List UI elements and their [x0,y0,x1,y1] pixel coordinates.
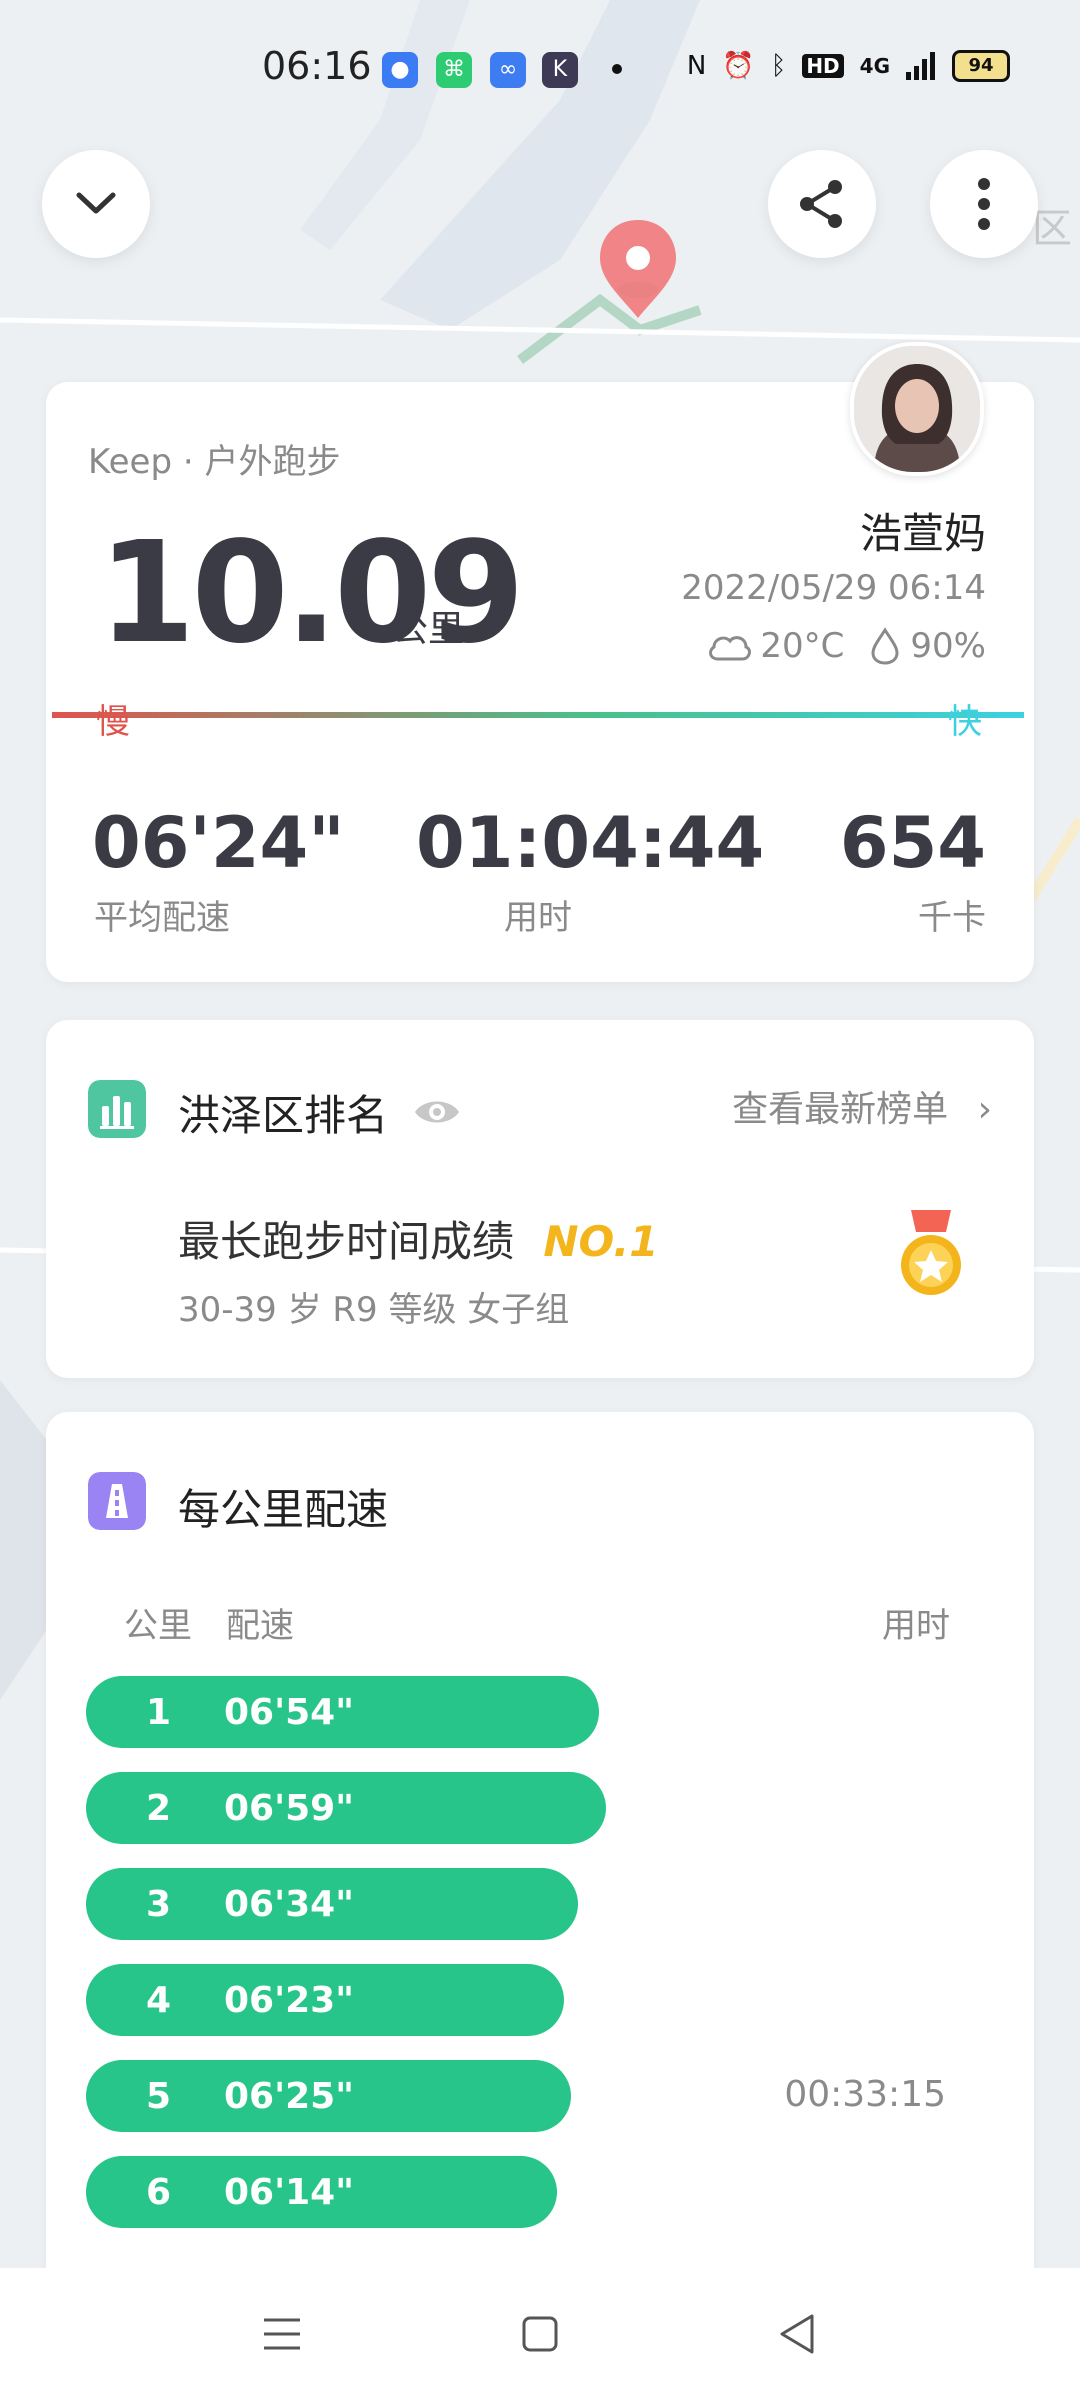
distance-unit: 公里 [392,609,465,650]
collapse-button[interactable] [42,150,150,258]
medal-icon [901,1210,961,1295]
nfc-icon: N [686,51,707,81]
signal-icon [906,52,935,80]
activity-datetime: 2022/05/29 06:14 [681,568,986,608]
user-avatar-image [854,346,980,472]
loop-icon: ∞ [490,52,526,88]
split-pace: 06'59" [224,1788,354,1829]
hd-icon: HD [802,54,844,78]
split-km: 2 [146,1788,172,1829]
avg-pace-label: 平均配速 [94,898,230,938]
more-button[interactable] [930,150,1038,258]
back-icon[interactable] [772,2308,824,2360]
slow-label: 慢 [96,702,130,742]
shopping-icon: ⌘ [436,52,472,88]
status-right: N ⏰ ᛒ HD 4G 94 [687,50,1010,82]
status-time: 06:16 [262,44,372,88]
humidity-drop-icon [871,627,899,665]
road-icon [88,1472,146,1530]
split-row-bar: 5 06'25" [86,2060,571,2132]
share-button[interactable] [768,150,876,258]
split-pace: 06'34" [224,1884,354,1925]
split-pace: 06'25" [224,2076,354,2117]
fast-label: 快 [948,702,982,742]
achievement-text: 最长跑步时间成绩 [178,1217,515,1266]
summary-card: Keep · 户外跑步 10.09 公里 浩萱妈 2022/05/29 06:1… [46,382,1034,982]
split-duration: 00:33:15 [784,2074,946,2115]
home-icon[interactable] [514,2308,566,2360]
col-km: 公里 [124,1606,192,1646]
split-km: 5 [146,2076,172,2117]
bar-chart-icon [88,1080,146,1138]
col-pace: 配速 [226,1606,294,1646]
user-name: 浩萱妈 [859,509,986,558]
duration-value: 01:04:44 [416,802,765,884]
calories-label: 千卡 [918,898,986,938]
bluetooth-icon: ᛒ [770,51,787,81]
split-row-bar: 3 06'34" [86,1868,578,1940]
chevron-right-icon: › [977,1089,992,1130]
calories-value: 654 [839,802,986,884]
split-pace: 06'14" [224,2172,354,2213]
split-km: 1 [146,1692,172,1733]
col-time: 用时 [882,1606,950,1646]
ranking-achievement: 最长跑步时间成绩 NO.1 [178,1208,659,1269]
share-icon [800,180,842,228]
duration-label: 用时 [504,898,572,938]
status-bar: 06:16 ● ⌘ ∞ K N ⏰ ᛒ HD 4G 94 [0,0,1080,140]
temperature: 20°C [760,626,845,666]
battery-icon: 94 [952,50,1010,82]
ranking-title: 洪泽区排名 [178,1091,389,1140]
chevron-down-icon [76,192,116,214]
menu-icon[interactable] [256,2308,308,2360]
view-leaderboard-label: 查看最新榜单 [732,1089,949,1130]
view-leaderboard-link[interactable]: 查看最新榜单 › [732,1080,992,1132]
split-km: 6 [146,2172,172,2213]
navigation-bar [0,2268,1080,2400]
avg-pace-value: 06'24" [92,802,345,884]
baidu-icon: ● [382,52,418,88]
split-row-bar: 6 06'14" [86,2156,557,2228]
split-row-bar: 1 06'54" [86,1676,599,1748]
ranking-group: 30-39 岁 R9 等级 女子组 [178,1290,570,1330]
map-district-label: 区 [1032,207,1072,251]
notification-dot-icon [612,64,622,74]
split-pace: 06'23" [224,1980,354,2021]
ranking-card[interactable]: 洪泽区排名 查看最新榜单 › 最长跑步时间成绩 NO.1 30-39 岁 R9 … [46,1020,1034,1378]
splits-card: 每公里配速 公里 配速 用时 1 06'54" 2 06'59" 3 06'34" 4 06'… [46,1412,1034,2312]
activity-source: Keep · 户外跑步 [88,442,341,482]
rank-badge: NO.1 [543,1217,659,1266]
humidity: 90% [910,626,986,666]
split-km: 4 [146,1980,172,2021]
split-pace: 06'54" [224,1692,354,1733]
more-vertical-icon [978,178,990,230]
alarm-icon: ⏰ [722,51,755,81]
split-row-bar: 2 06'59" [86,1772,606,1844]
weather-info: 20°C 90% [706,626,986,666]
eye-icon[interactable] [412,1094,462,1130]
split-row-bar: 4 06'23" [86,1964,564,2036]
network-type: 4G [859,54,890,78]
split-km: 3 [146,1884,172,1925]
speed-gradient-bar [52,712,1024,718]
cloud-icon [709,636,752,661]
k-icon: K [542,52,578,88]
avatar[interactable] [850,342,984,476]
splits-title: 每公里配速 [178,1485,389,1534]
